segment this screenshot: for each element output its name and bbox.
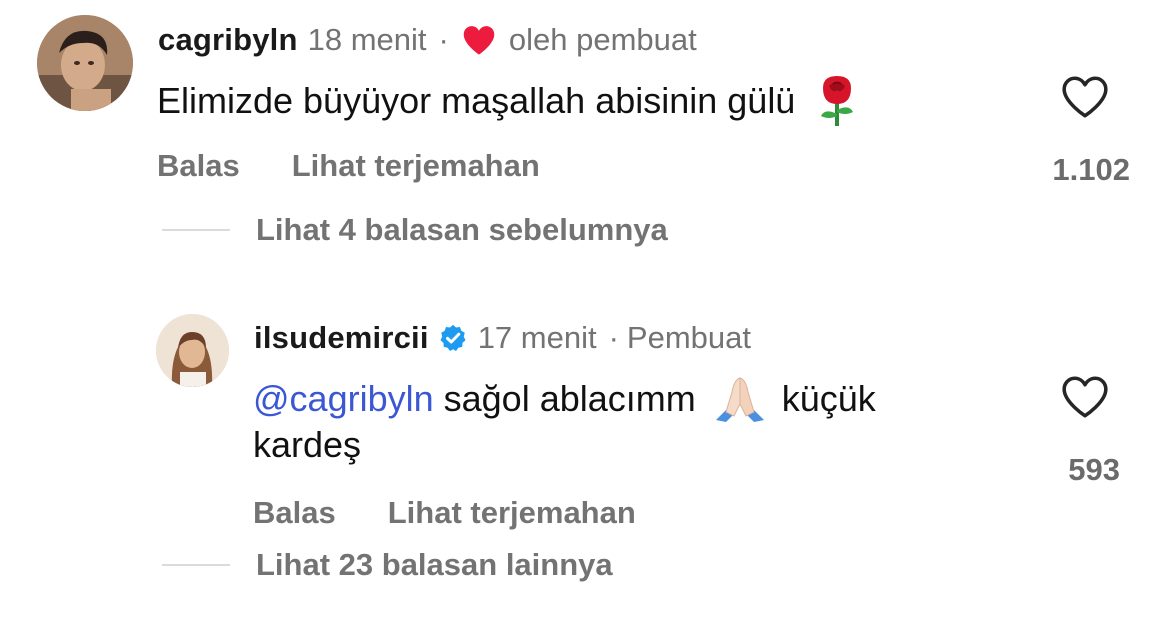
comment-body-line2: kardeş [253, 424, 362, 465]
separator: · [608, 320, 619, 355]
author-label: Pembuat [626, 320, 751, 355]
heart-outline-icon[interactable] [1060, 374, 1110, 425]
heart-outline-icon[interactable] [1060, 74, 1110, 125]
see-translation-button[interactable]: Lihat terjemahan [292, 148, 540, 184]
thread-line [162, 564, 230, 566]
folded-hands-emoji [712, 374, 768, 422]
rose-emoji [813, 72, 861, 128]
heart-filled-icon [461, 24, 497, 56]
comment-header: cagribyln 18 menit · oleh pembuat [158, 20, 697, 60]
comment-actions: Balas Lihat terjemahan [157, 148, 540, 184]
thread-line [162, 229, 230, 231]
liked-by-author-label: oleh pembuat [508, 22, 697, 57]
comment-body: Elimizde büyüyor maşallah abisinin gülü [157, 79, 796, 121]
reply-button[interactable]: Balas [157, 148, 240, 184]
comment-time: 17 menit [477, 320, 597, 355]
comment-actions: Balas Lihat terjemahan [253, 495, 636, 531]
comment-body-part1: sağol ablacımm [443, 377, 696, 419]
verified-badge-icon [438, 323, 468, 353]
like-count[interactable]: 593 [1000, 452, 1120, 488]
username[interactable]: cagribyln [158, 22, 298, 58]
see-translation-button[interactable]: Lihat terjemahan [388, 495, 636, 531]
comment-text: Elimizde büyüyor maşallah abisinin gülü [157, 72, 861, 128]
comment-text: @cagribyln sağol ablacımm küçük kardeş [253, 374, 1013, 467]
view-more-replies-button[interactable]: Lihat 23 balasan lainnya [256, 547, 613, 583]
comment-time: 18 menit [307, 22, 427, 57]
comment-header: ilsudemircii 17 menit · Pembuat [254, 318, 751, 358]
like-count[interactable]: 1.102 [1010, 152, 1130, 188]
username[interactable]: ilsudemircii [254, 320, 429, 356]
view-previous-replies-button[interactable]: Lihat 4 balasan sebelumnya [256, 212, 668, 248]
comment-body-part2: küçük [781, 377, 876, 419]
like-button[interactable] [1060, 374, 1110, 420]
avatar[interactable] [156, 314, 229, 387]
reply-button[interactable]: Balas [253, 495, 336, 531]
avatar[interactable] [37, 15, 133, 111]
separator: · [438, 22, 449, 57]
mention-link[interactable]: @cagribyln [253, 376, 434, 421]
like-button[interactable] [1060, 74, 1110, 120]
